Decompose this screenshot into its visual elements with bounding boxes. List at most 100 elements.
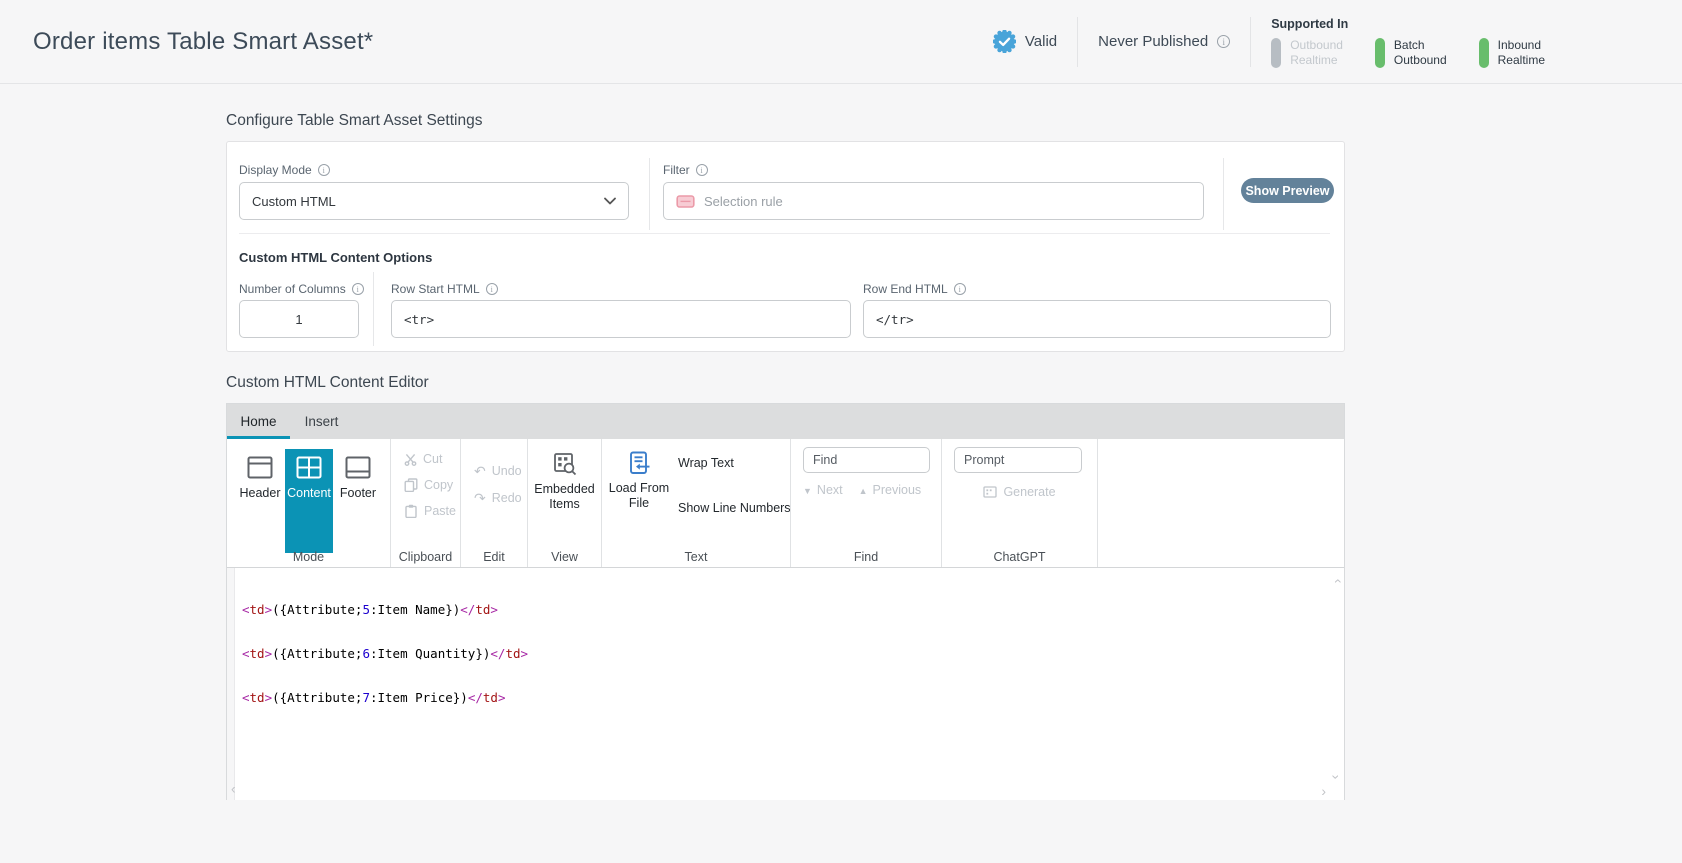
- code-line: <td>({Attribute;7:Item Price})</td>: [242, 691, 528, 706]
- status-pill-icon: [1271, 38, 1281, 68]
- code-content: <td>({Attribute;5:Item Name})</td> <td>(…: [242, 573, 528, 736]
- code-token: </: [460, 602, 475, 617]
- code-token: <: [242, 602, 250, 617]
- ribbon-group-find: Next Previous Find: [791, 439, 942, 567]
- settings-section-title: Configure Table Smart Asset Settings: [226, 112, 482, 130]
- status-pill-icon: [1479, 38, 1489, 68]
- tab-insert[interactable]: Insert: [290, 404, 353, 439]
- divider: [373, 272, 374, 346]
- header-status-cluster: Valid Never Published Supported In Outbo…: [993, 0, 1545, 83]
- row-end-info-icon[interactable]: [954, 283, 966, 295]
- tab-home[interactable]: Home: [227, 404, 290, 439]
- code-editor[interactable]: <td>({Attribute;5:Item Name})</td> <td>(…: [227, 568, 1344, 800]
- row-start-info-icon[interactable]: [486, 283, 498, 295]
- ribbon-group-text: Load From File Wrap Text Show Line Numbe…: [602, 439, 791, 567]
- load-from-file-button[interactable]: Load From File: [602, 439, 676, 567]
- generate-button[interactable]: Generate: [942, 485, 1097, 499]
- code-line: <td>({Attribute;5:Item Name})</td>: [242, 603, 528, 618]
- row-start-html-input[interactable]: [391, 300, 851, 338]
- selection-rule-icon: [676, 194, 695, 209]
- display-mode-info-icon[interactable]: [318, 164, 330, 176]
- show-preview-button[interactable]: Show Preview: [1241, 178, 1334, 203]
- supported-in-block: Supported In OutboundRealtime BatchOutbo…: [1271, 17, 1545, 68]
- find-next-button[interactable]: Next: [803, 483, 843, 497]
- number-of-columns-label-row: Number of Columns: [239, 282, 364, 296]
- embedded-items-button[interactable]: Embedded Items: [528, 439, 601, 512]
- redo-button[interactable]: ↷ Redo: [474, 491, 522, 505]
- footer-mode-icon: [345, 456, 371, 479]
- row-start-html-label-row: Row Start HTML: [391, 282, 498, 296]
- scroll-right-arrow[interactable]: [1321, 784, 1326, 798]
- embedded-items-icon: [553, 452, 577, 476]
- top-header: Order items Table Smart Asset*: [0, 0, 1682, 84]
- load-from-file-icon: [628, 451, 651, 475]
- cut-button[interactable]: Cut: [404, 452, 442, 466]
- publish-info-icon[interactable]: [1217, 35, 1230, 48]
- code-token: <: [242, 646, 250, 661]
- ribbon-empty-space: [1098, 439, 1344, 567]
- code-token: :Item Name}): [370, 602, 460, 617]
- row-end-html-input[interactable]: [863, 300, 1331, 338]
- code-token: ({Attribute;: [272, 646, 362, 661]
- divider: [649, 158, 650, 230]
- triangle-up-icon: [859, 483, 868, 497]
- code-token: td: [483, 690, 498, 705]
- find-previous-button[interactable]: Previous: [859, 483, 922, 497]
- code-token: td: [505, 646, 520, 661]
- code-token: 7: [362, 690, 370, 705]
- code-token: >: [521, 646, 529, 661]
- scroll-up-arrow[interactable]: [1334, 574, 1339, 588]
- header-divider: [1077, 17, 1078, 67]
- paste-button[interactable]: Paste: [404, 504, 456, 518]
- code-token: <: [242, 690, 250, 705]
- support-inbound-realtime: InboundRealtime: [1479, 38, 1545, 68]
- group-label-clipboard: Clipboard: [391, 550, 460, 564]
- code-token: >: [490, 602, 498, 617]
- filter-info-icon[interactable]: [696, 164, 708, 176]
- ribbon-group-mode: Header Content: [227, 439, 391, 567]
- ribbon-group-clipboard: Cut Copy: [391, 439, 461, 567]
- code-token: >: [265, 602, 273, 617]
- header-mode-button[interactable]: Header: [236, 449, 284, 553]
- paste-icon: [404, 504, 418, 518]
- ribbon-group-edit: ↶ Undo ↷ Redo Edit: [461, 439, 528, 567]
- code-token: 5: [362, 602, 370, 617]
- find-input[interactable]: [803, 447, 930, 473]
- validity-status: Valid: [993, 30, 1057, 53]
- display-mode-select[interactable]: Custom HTML: [239, 182, 629, 220]
- footer-mode-button[interactable]: Footer: [334, 449, 382, 553]
- number-of-columns-input[interactable]: [239, 300, 359, 338]
- page: Order items Table Smart Asset*: [0, 0, 1682, 863]
- valid-seal-icon: [993, 30, 1016, 53]
- code-token: </: [468, 690, 483, 705]
- group-label-mode: Mode: [227, 550, 390, 564]
- code-token: td: [250, 646, 265, 661]
- undo-icon: ↶: [474, 464, 486, 478]
- copy-button[interactable]: Copy: [404, 478, 453, 492]
- show-line-numbers-button[interactable]: Show Line Numbers: [678, 501, 791, 515]
- code-token: :Item Price}): [370, 690, 468, 705]
- code-token: >: [265, 646, 273, 661]
- page-title: Order items Table Smart Asset*: [33, 28, 373, 56]
- scroll-left-arrow[interactable]: [231, 784, 236, 798]
- support-batch-outbound: BatchOutbound: [1375, 38, 1447, 68]
- undo-button[interactable]: ↶ Undo: [474, 464, 522, 478]
- filter-input[interactable]: [704, 194, 1191, 209]
- html-content-editor: Home Insert Header: [226, 403, 1345, 800]
- ribbon-group-chatgpt: Generate ChatGPT: [942, 439, 1098, 567]
- header-mode-icon: [247, 456, 273, 479]
- chevron-down-icon: [604, 197, 616, 205]
- number-of-columns-info-icon[interactable]: [352, 283, 364, 295]
- filter-field[interactable]: [663, 182, 1204, 220]
- status-pill-icon: [1375, 38, 1385, 68]
- code-token: ({Attribute;: [272, 602, 362, 617]
- scroll-down-arrow[interactable]: [1334, 770, 1339, 784]
- copy-icon: [404, 478, 418, 492]
- editor-section-title: Custom HTML Content Editor: [226, 374, 429, 392]
- prompt-input[interactable]: [954, 447, 1082, 473]
- ribbon: Header Content: [227, 439, 1344, 568]
- support-outbound-realtime: OutboundRealtime: [1271, 38, 1343, 68]
- content-mode-button[interactable]: Content: [285, 449, 333, 553]
- scissors-icon: [404, 453, 417, 466]
- wrap-text-button[interactable]: Wrap Text: [678, 456, 734, 470]
